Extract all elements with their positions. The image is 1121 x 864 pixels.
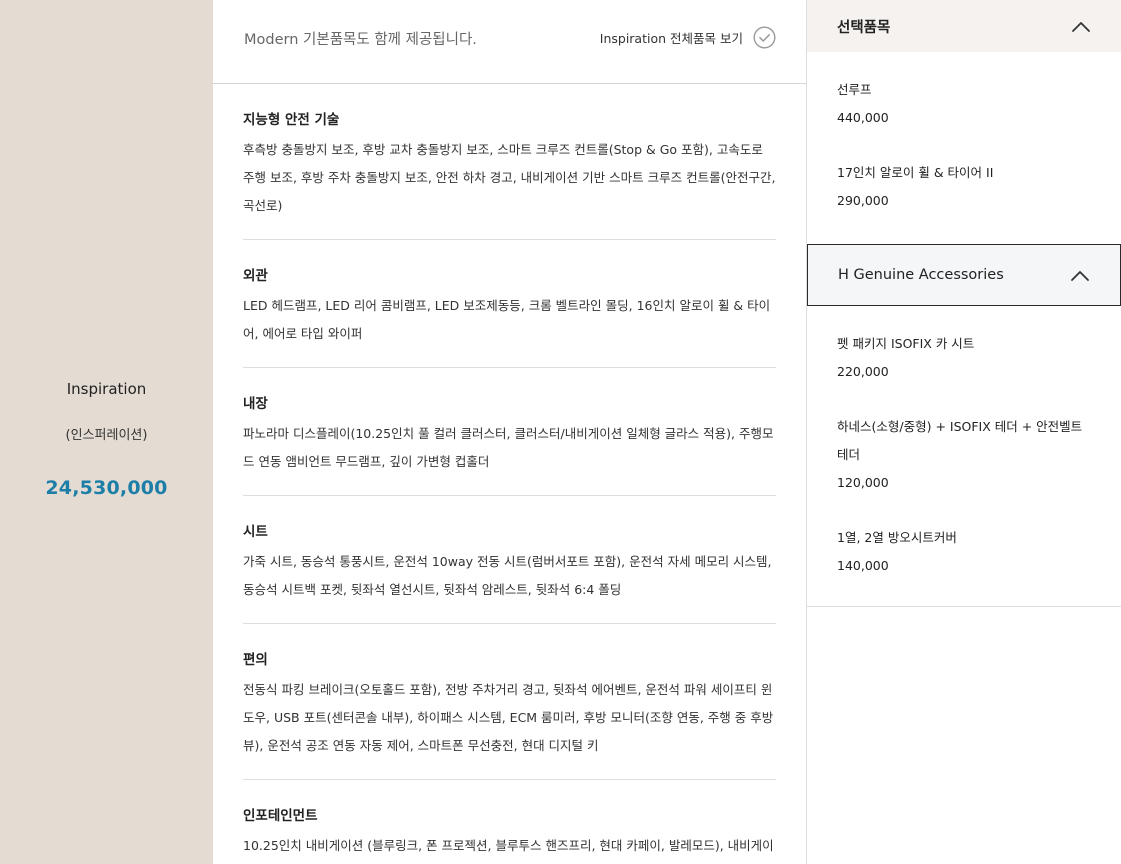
accessories-toggle[interactable]: H Genuine Accessories [807, 244, 1121, 306]
features-note: Modern 기본품목도 함께 제공됩니다. [244, 32, 477, 48]
list-item: 펫 패키지 ISOFIX 카 시트 220,000 [837, 320, 1091, 403]
feature-title: 시트 [243, 524, 268, 540]
feature-description: 전동식 파킹 브레이크(오토홀드 포함), 전방 주차거리 경고, 뒷좌석 에어… [243, 682, 774, 753]
option-price: 440,000 [837, 110, 889, 125]
feature-title: 인포테인먼트 [243, 808, 318, 824]
option-name: 선루프 [837, 82, 872, 97]
accessories-list: 펫 패키지 ISOFIX 카 시트 220,000 하네스(소형/중형) + I… [807, 306, 1121, 609]
accessory-price: 140,000 [837, 558, 889, 573]
feature-description: 파노라마 디스플레이(10.25인치 풀 컬러 클러스터, 클러스터/내비게이션… [243, 426, 774, 469]
view-all-label: Inspiration 전체품목 보기 [599, 31, 743, 46]
list-item: 선루프 440,000 [837, 66, 1091, 149]
selected-options-sidebar: 선택품목 선루프 440,000 17인치 알로이 휠 & 타이어 II 290… [806, 0, 1121, 864]
features-header: Modern 기본품목도 함께 제공됩니다. Inspiration 전체품목 … [213, 0, 806, 84]
sidebar-divider [807, 606, 1121, 607]
trim-price: 24,530,000 [45, 477, 168, 499]
chevron-up-icon [1071, 19, 1091, 33]
feature-description: LED 헤드램프, LED 리어 콤비램프, LED 보조제동등, 크롬 벨트라… [243, 298, 771, 341]
selected-options-list: 선루프 440,000 17인치 알로이 휠 & 타이어 II 290,000 [807, 52, 1121, 244]
feature-title: 지능형 안전 기술 [243, 112, 340, 128]
feature-title: 외관 [243, 268, 268, 284]
accessory-price: 120,000 [837, 475, 889, 490]
view-all-features-button[interactable]: Inspiration 전체품목 보기 [600, 26, 776, 49]
options-comparison-page: Inspiration (인스퍼레이션) 24,530,000 Modern 기… [0, 0, 1121, 864]
features-panel: Modern 기본품목도 함께 제공됩니다. Inspiration 전체품목 … [213, 0, 806, 864]
feature-title: 내장 [243, 396, 268, 412]
list-item: 1열, 2열 방오시트커버 140,000 [837, 514, 1091, 597]
trim-subtitle: (인스퍼레이션) [65, 428, 148, 443]
features-list: 지능형 안전 기술 후측방 충돌방지 보조, 후방 교차 충돌방지 보조, 스마… [213, 84, 806, 864]
trim-name: Inspiration [66, 380, 147, 398]
feature-section: 지능형 안전 기술 후측방 충돌방지 보조, 후방 교차 충돌방지 보조, 스마… [243, 84, 776, 240]
accessory-name: 1열, 2열 방오시트커버 [837, 530, 957, 545]
feature-description: 10.25인치 내비게이션 (블루링크, 폰 프로젝션, 블루투스 핸즈프리, … [243, 838, 774, 853]
feature-description: 가죽 시트, 동승석 통풍시트, 운전석 10way 전동 시트(럼버서포트 포… [243, 554, 772, 597]
selected-options-toggle[interactable]: 선택품목 [807, 0, 1121, 52]
feature-section: 인포테인먼트 10.25인치 내비게이션 (블루링크, 폰 프로젝션, 블루투스… [243, 780, 776, 864]
list-item: 17인치 알로이 휠 & 타이어 II 290,000 [837, 149, 1091, 232]
chevron-up-icon [1070, 268, 1090, 282]
feature-title: 편의 [243, 652, 268, 668]
feature-description: 후측방 충돌방지 보조, 후방 교차 충돌방지 보조, 스마트 크루즈 컨트롤(… [243, 142, 776, 213]
selected-options-title: 선택품목 [837, 19, 891, 36]
accessory-price: 220,000 [837, 364, 889, 379]
feature-section: 외관 LED 헤드램프, LED 리어 콤비램프, LED 보조제동등, 크롬 … [243, 240, 776, 368]
trim-summary: Inspiration (인스퍼레이션) 24,530,000 [0, 0, 213, 864]
accessory-name: 하네스(소형/중형) + ISOFIX 테더 + 안전벨트 테더 [837, 419, 1083, 462]
option-price: 290,000 [837, 193, 889, 208]
check-circle-icon [753, 26, 776, 49]
feature-section: 시트 가죽 시트, 동승석 통풍시트, 운전석 10way 전동 시트(럼버서포… [243, 496, 776, 624]
feature-section: 편의 전동식 파킹 브레이크(오토홀드 포함), 전방 주차거리 경고, 뒷좌석… [243, 624, 776, 780]
option-name: 17인치 알로이 휠 & 타이어 II [837, 165, 994, 180]
accessories-title: H Genuine Accessories [838, 267, 1004, 283]
accessory-name: 펫 패키지 ISOFIX 카 시트 [837, 336, 975, 351]
feature-section: 내장 파노라마 디스플레이(10.25인치 풀 컬러 클러스터, 클러스터/내비… [243, 368, 776, 496]
list-item: 하네스(소형/중형) + ISOFIX 테더 + 안전벨트 테더 120,000 [837, 403, 1091, 514]
